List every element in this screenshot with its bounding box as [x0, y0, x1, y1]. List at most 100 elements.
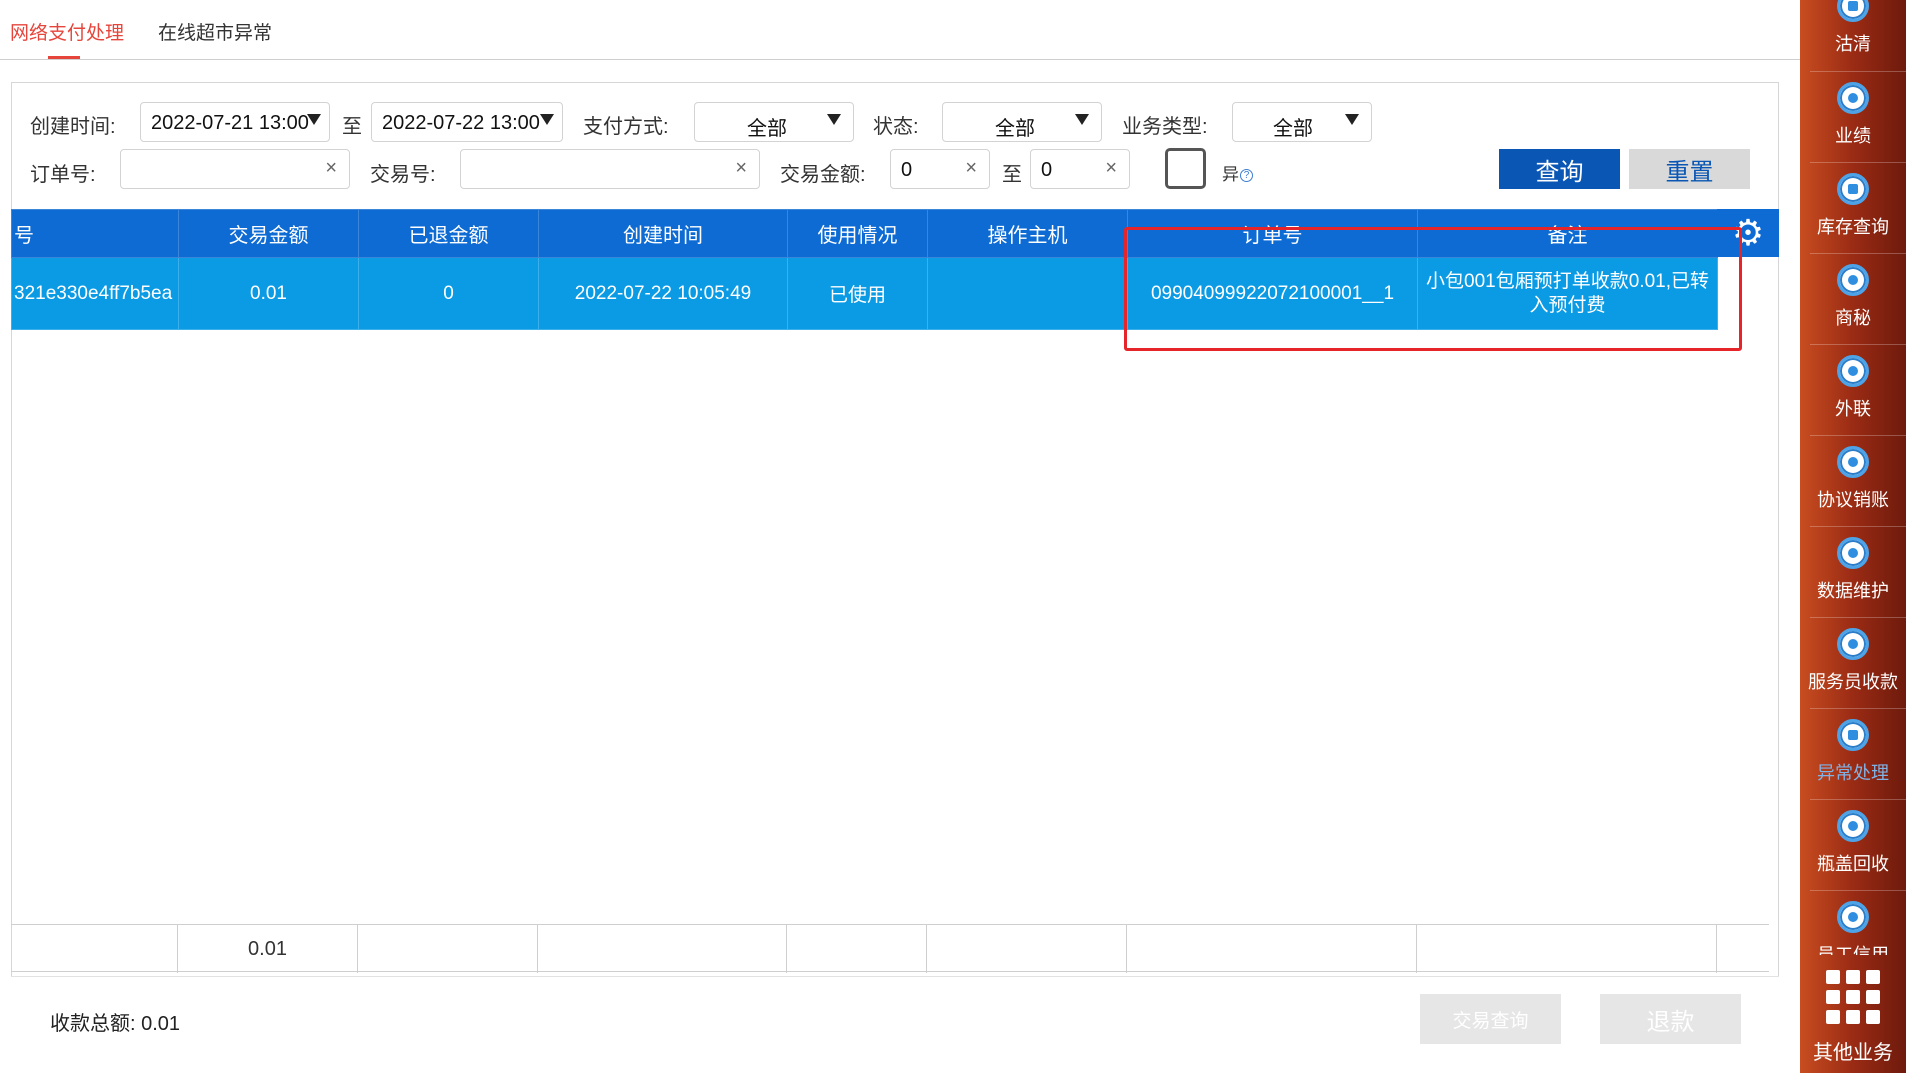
chevron-down-icon — [540, 114, 554, 125]
total-amount: 0.01 — [178, 925, 358, 973]
cell-refunded[interactable]: 0 — [358, 257, 539, 330]
cell-created[interactable]: 2022-07-22 10:05:49 — [538, 257, 788, 330]
divider — [1810, 162, 1906, 163]
col-header-host[interactable]: 操作主机 — [927, 209, 1128, 258]
cell-trade-no[interactable]: 321e330e4ff7b5ea — [11, 257, 179, 330]
amount-to-input[interactable]: 0 × — [1030, 149, 1130, 189]
chevron-down-icon — [1075, 114, 1089, 125]
nav-item-data-maintenance[interactable]: 数据维护 — [1800, 537, 1906, 603]
amount-from-value: 0 — [901, 159, 913, 181]
nav-item-label: 商秘 — [1835, 308, 1871, 328]
help-icon[interactable]: ? — [1240, 169, 1253, 183]
created-from-value: 2022-07-21 13:00 — [151, 112, 309, 134]
status-select[interactable]: 全部 — [942, 102, 1102, 142]
nav-item-more[interactable]: 其他业务 — [1800, 970, 1906, 1065]
created-time-label: 创建时间: — [30, 116, 116, 138]
nav-item-guqing[interactable]: 沽清 — [1800, 0, 1906, 56]
total-cell-empty — [358, 925, 538, 973]
query-button[interactable]: 查询 — [1499, 149, 1620, 189]
col-header-remark[interactable]: 备注 — [1417, 209, 1718, 258]
side-navigation: 沽清 业绩 库存查询 商秘 外联 协议销账 数据维护 服务员收款 异常处理 瓶盖… — [1800, 0, 1906, 1073]
amount-label: 交易金额: — [780, 164, 866, 186]
nav-item-label: 业绩 — [1835, 126, 1871, 146]
cell-amount[interactable]: 0.01 — [178, 257, 359, 330]
cell-host[interactable] — [927, 257, 1128, 330]
nav-item-shangmi[interactable]: 商秘 — [1800, 264, 1906, 330]
top-tab-bar: 网络支付处理 在线超市异常 — [0, 0, 1800, 60]
nav-item-label: 员工信用 — [1817, 945, 1889, 955]
nav-item-agreement[interactable]: 协议销账 — [1800, 446, 1906, 512]
pay-method-select[interactable]: 全部 — [694, 102, 854, 142]
total-cell-empty — [1127, 925, 1417, 973]
created-to-select[interactable]: 2022-07-22 13:00 — [371, 102, 563, 142]
col-header-usage[interactable]: 使用情况 — [787, 209, 928, 258]
list-icon — [1837, 0, 1869, 22]
nav-item-label: 库存查询 — [1817, 217, 1889, 237]
biz-type-select[interactable]: 全部 — [1232, 102, 1372, 142]
total-cell-empty — [538, 925, 787, 973]
created-to-value: 2022-07-22 13:00 — [382, 112, 540, 134]
person-icon — [1837, 628, 1869, 660]
grid-icon — [1837, 173, 1869, 205]
col-header-refunded[interactable]: 已退金额 — [358, 209, 539, 258]
divider — [1810, 526, 1906, 527]
chevron-down-icon — [827, 114, 841, 125]
pie-chart-icon — [1837, 82, 1869, 114]
nav-item-staff-credit[interactable]: 员工信用 — [1800, 901, 1906, 955]
clear-icon[interactable]: × — [965, 157, 977, 180]
col-header-order-no[interactable]: 订单号 — [1127, 209, 1418, 258]
active-tab-indicator — [48, 56, 80, 59]
clear-icon[interactable]: × — [1105, 157, 1117, 180]
nav-item-waiter-payment[interactable]: 服务员收款 — [1800, 628, 1906, 694]
biz-type-label: 业务类型: — [1122, 116, 1208, 138]
cell-usage[interactable]: 已使用 — [787, 257, 928, 330]
col-header-amount[interactable]: 交易金额 — [178, 209, 359, 258]
nav-item-inventory[interactable]: 库存查询 — [1800, 173, 1906, 239]
nav-item-exception[interactable]: 异常处理 — [1800, 719, 1906, 785]
amount-to-value: 0 — [1041, 159, 1053, 181]
col-header-created[interactable]: 创建时间 — [538, 209, 788, 258]
gear-icon[interactable]: ⚙ — [1732, 215, 1764, 251]
divider — [1810, 71, 1906, 72]
nav-item-label: 瓶盖回收 — [1817, 854, 1889, 874]
payment-table: 号 交易金额 已退金额 创建时间 使用情况 操作主机 订单号 备注 321e33… — [11, 209, 1779, 974]
clear-icon[interactable]: × — [735, 157, 747, 180]
table-header-row: 号 交易金额 已退金额 创建时间 使用情况 操作主机 订单号 备注 — [11, 209, 1718, 258]
table-row[interactable]: 321e330e4ff7b5ea 0.01 0 2022-07-22 10:05… — [11, 257, 1718, 330]
total-cell-empty — [787, 925, 927, 973]
nav-item-label: 其他业务 — [1813, 1042, 1893, 1064]
order-no-label: 订单号: — [30, 164, 96, 186]
trade-no-input[interactable]: × — [460, 149, 760, 189]
clear-icon[interactable]: × — [325, 157, 337, 180]
nav-item-label: 数据维护 — [1817, 581, 1889, 601]
bag-icon — [1837, 810, 1869, 842]
divider — [1810, 344, 1906, 345]
total-cell-empty — [927, 925, 1127, 973]
nav-item-label: 外联 — [1835, 399, 1871, 419]
trade-no-label: 交易号: — [370, 164, 436, 186]
users-icon — [1837, 355, 1869, 387]
col-header-trade-no[interactable]: 号 — [11, 209, 179, 258]
chevron-down-icon — [1345, 114, 1359, 125]
amount-from-input[interactable]: 0 × — [890, 149, 990, 189]
cell-order-no[interactable]: 09904099922072100001__1 — [1127, 257, 1418, 330]
nav-item-label: 沽清 — [1835, 34, 1871, 54]
abnormal-checkbox[interactable] — [1165, 148, 1206, 189]
chevron-down-icon — [307, 114, 321, 125]
status-value: 全部 — [995, 118, 1035, 140]
total-cell-empty — [11, 925, 178, 973]
trade-query-button[interactable]: 交易查询 — [1420, 994, 1561, 1044]
created-from-select[interactable]: 2022-07-21 13:00 — [140, 102, 330, 142]
nav-item-performance[interactable]: 业绩 — [1800, 82, 1906, 148]
cell-remark[interactable]: 小包001包厢预打单收款0.01,已转入预付费 — [1417, 257, 1718, 330]
tab-network-payment[interactable]: 网络支付处理 — [10, 18, 124, 45]
order-no-input[interactable]: × — [120, 149, 350, 189]
abnormal-label-text: 异 — [1222, 165, 1239, 184]
nav-item-bottle-cap[interactable]: 瓶盖回收 — [1800, 810, 1906, 876]
totals-row: 0.01 — [11, 924, 1769, 973]
tab-online-market-exception[interactable]: 在线超市异常 — [158, 18, 272, 45]
refund-button[interactable]: 退款 — [1600, 994, 1741, 1044]
nav-item-external[interactable]: 外联 — [1800, 355, 1906, 421]
column-settings[interactable]: ⚙ — [1717, 209, 1779, 257]
reset-button[interactable]: 重置 — [1629, 149, 1750, 189]
